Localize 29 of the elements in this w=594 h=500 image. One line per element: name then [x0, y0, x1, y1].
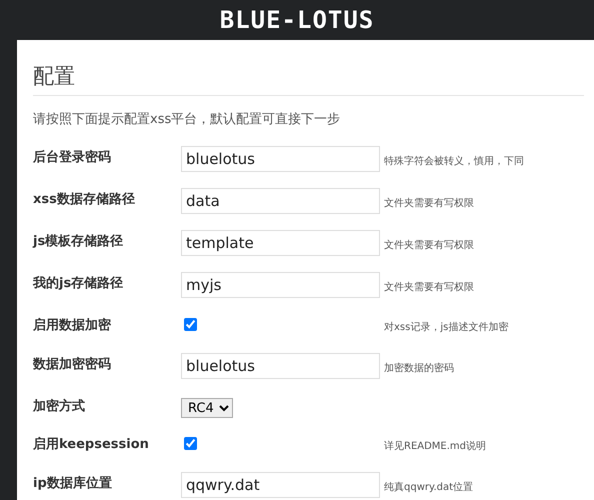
field-label: ip数据库位置: [33, 474, 113, 493]
hint-text: 加密数据的密码: [384, 362, 454, 376]
checkbox[interactable]: [184, 318, 197, 331]
dropdown[interactable]: RC4: [181, 398, 233, 418]
hint-text: 纯真qqwry.dat位置: [384, 480, 474, 495]
intro-text: 请按照下面提示配置xss平台，默认配置可直接下一步: [33, 111, 342, 130]
checkbox[interactable]: [184, 436, 197, 450]
hint-text: 文件夹需要有写权限: [384, 280, 474, 295]
field-label: 启用数据加密: [33, 316, 112, 335]
input-field[interactable]: qqwry.dat: [181, 472, 380, 498]
hint-text: 对xss记录，js描述文件加密: [384, 320, 508, 335]
input-field[interactable]: myjs: [181, 272, 380, 298]
input-field[interactable]: bluelotus: [181, 352, 380, 379]
input-field[interactable]: data: [181, 188, 380, 214]
field-label: xss数据存储路径: [33, 190, 136, 209]
site-logo: BLUE-LOTUS: [220, 8, 374, 32]
field-label: 加密方式: [33, 398, 86, 416]
hint-text: 特殊字符会被转义，慎用，下同: [384, 154, 524, 169]
hint-text: 详见README.md说明: [384, 440, 486, 454]
field-label: 启用keepsession: [33, 436, 150, 454]
field-label: 数据加密密码: [33, 356, 112, 374]
page-heading: 配置: [33, 64, 584, 96]
hint-text: 文件夹需要有写权限: [384, 238, 474, 253]
field-label: 我的js存储路径: [33, 274, 124, 293]
input-field[interactable]: bluelotus: [181, 146, 380, 172]
field-label: 后台登录密码: [33, 148, 112, 167]
input-field[interactable]: template: [181, 230, 380, 256]
hint-text: 文件夹需要有写权限: [384, 196, 474, 211]
field-label: js模板存储路径: [33, 232, 124, 251]
